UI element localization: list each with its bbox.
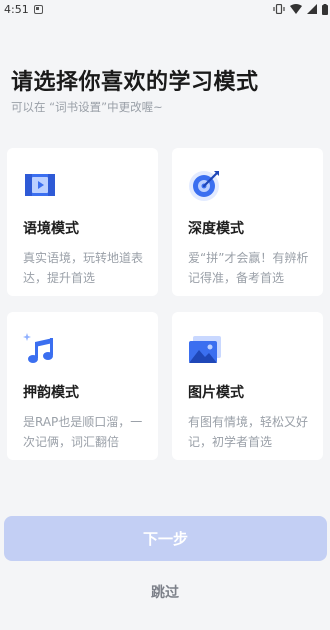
mode-description: 真实语境，玩转地道表达，提升首选 <box>23 251 144 285</box>
mode-title: 深度模式 <box>188 221 244 237</box>
mode-card-context[interactable]: 语境模式 真实语境，玩转地道表达，提升首选 <box>7 148 158 296</box>
mode-description: 爱“拼”才会赢！有辨析记得准，备考首选 <box>188 251 309 285</box>
mode-title: 押韵模式 <box>23 385 79 401</box>
picture-icon <box>189 336 221 363</box>
skip-link[interactable]: 跳过 <box>0 582 330 602</box>
status-bar: 4:51 <box>0 0 330 18</box>
video-context-icon <box>25 174 55 196</box>
mode-description: 有图有情境，轻松又好记，初学者首选 <box>188 415 309 449</box>
wifi-icon <box>290 4 302 14</box>
mode-card-rhyme[interactable]: 押韵模式 是RAP也是顺口溜，一次记俩，词汇翻倍 <box>7 312 158 460</box>
signal-icon <box>307 4 317 14</box>
mode-title: 图片模式 <box>188 385 244 401</box>
battery-icon <box>322 3 328 15</box>
mode-card-picture[interactable]: 图片模式 有图有情境，轻松又好记，初学者首选 <box>172 312 323 460</box>
target-icon <box>189 171 219 201</box>
notification-icon <box>33 4 43 14</box>
page-subtitle: 可以在 “词书设置”中更改喔~ <box>11 100 163 114</box>
vibrate-icon <box>273 4 285 14</box>
mode-description: 是RAP也是顺口溜，一次记俩，词汇翻倍 <box>23 415 143 449</box>
next-step-button[interactable]: 下一步 <box>4 516 327 561</box>
status-time: 4:51 <box>4 2 29 16</box>
page-title: 请选择你喜欢的学习模式 <box>11 70 259 95</box>
music-note-icon <box>23 333 53 363</box>
mode-title: 语境模式 <box>23 221 79 237</box>
mode-card-depth[interactable]: 深度模式 爱“拼”才会赢！有辨析记得准，备考首选 <box>172 148 323 296</box>
